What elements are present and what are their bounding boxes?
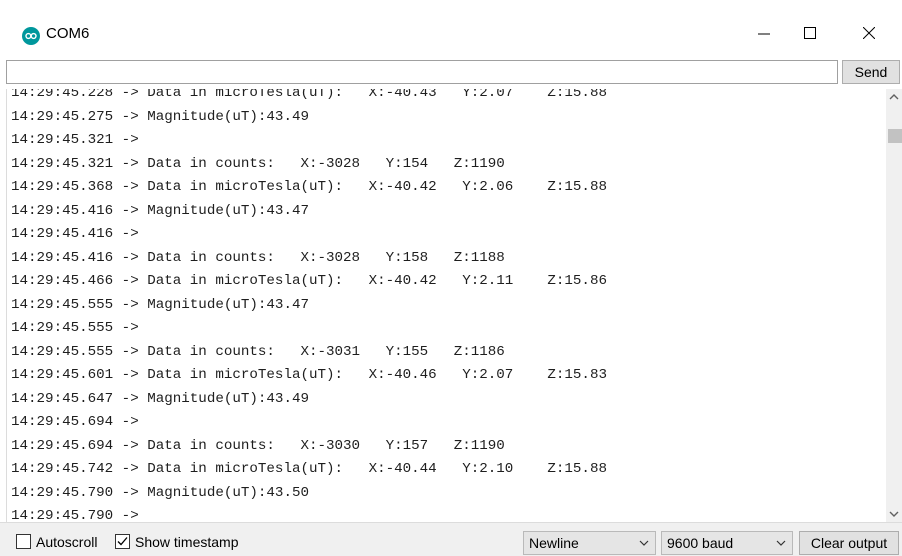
show-timestamp-checkbox[interactable]	[115, 534, 130, 549]
output-line: 14:29:45.555 -> Magnitude(uT):43.47	[11, 296, 309, 313]
output-line: 14:29:45.555 ->	[11, 320, 148, 336]
chevron-down-icon	[889, 511, 899, 517]
output-line: 14:29:45.555 -> Data in counts: X:-3031 …	[11, 343, 505, 360]
output-line: 14:29:45.416 ->	[11, 226, 148, 242]
line-ending-value: Newline	[529, 535, 579, 551]
output-line: 14:29:45.647 -> Magnitude(uT):43.49	[11, 390, 309, 407]
autoscroll-label[interactable]: Autoscroll	[36, 534, 97, 550]
autoscroll-checkbox[interactable]	[16, 534, 31, 549]
output-line: 14:29:45.790 ->	[11, 508, 148, 522]
close-icon	[863, 27, 875, 39]
scroll-down-button[interactable]	[886, 506, 902, 522]
baud-rate-value: 9600 baud	[667, 535, 734, 551]
output-line: 14:29:45.321 -> Data in counts: X:-3028 …	[11, 155, 505, 172]
line-ending-select[interactable]: Newline	[523, 531, 656, 555]
output-line: 14:29:45.228 -> Data in microTesla(uT): …	[11, 89, 607, 101]
serial-output[interactable]: 14:29:45.228 -> Data in microTesla(uT): …	[6, 89, 886, 522]
chevron-down-icon	[776, 540, 786, 546]
show-timestamp-label[interactable]: Show timestamp	[135, 534, 238, 550]
output-lines: 14:29:45.228 -> Data in microTesla(uT): …	[11, 89, 607, 522]
output-line: 14:29:45.321 ->	[11, 132, 148, 148]
baud-rate-select[interactable]: 9600 baud	[661, 531, 793, 555]
serial-monitor-window: COM6 Send 14:29:45.228 -> Data in microT…	[0, 0, 902, 556]
window-title: COM6	[46, 25, 90, 42]
bottom-bar: Autoscroll Show timestamp Newline 9600 b…	[0, 522, 902, 556]
maximize-button[interactable]	[787, 12, 833, 56]
close-button[interactable]	[846, 12, 892, 56]
output-line: 14:29:45.601 -> Data in microTesla(uT): …	[11, 367, 607, 383]
chevron-up-icon	[889, 94, 899, 100]
minimize-button[interactable]	[741, 12, 787, 56]
send-row: Send	[0, 58, 902, 85]
minimize-icon	[758, 33, 770, 35]
scroll-up-button[interactable]	[886, 89, 902, 105]
output-line: 14:29:45.275 -> Magnitude(uT):43.49	[11, 108, 309, 125]
scroll-thumb[interactable]	[888, 129, 902, 143]
output-line: 14:29:45.466 -> Data in microTesla(uT): …	[11, 273, 607, 289]
output-line: 14:29:45.742 -> Data in microTesla(uT): …	[11, 461, 607, 477]
send-button[interactable]: Send	[842, 60, 900, 84]
chevron-down-icon	[639, 540, 649, 546]
output-line: 14:29:45.694 -> Data in counts: X:-3030 …	[11, 437, 505, 454]
vertical-scrollbar[interactable]	[886, 89, 902, 522]
output-line: 14:29:45.694 ->	[11, 414, 148, 430]
clear-output-button[interactable]: Clear output	[799, 531, 899, 555]
arduino-logo-icon	[22, 27, 40, 45]
output-line: 14:29:45.368 -> Data in microTesla(uT): …	[11, 179, 607, 195]
output-line: 14:29:45.790 -> Magnitude(uT):43.50	[11, 484, 309, 501]
title-bar: COM6	[0, 0, 902, 58]
send-input[interactable]	[6, 60, 838, 84]
maximize-icon	[804, 27, 816, 39]
checkmark-icon	[117, 537, 128, 546]
output-line: 14:29:45.416 -> Magnitude(uT):43.47	[11, 202, 309, 219]
output-line: 14:29:45.416 -> Data in counts: X:-3028 …	[11, 249, 505, 266]
